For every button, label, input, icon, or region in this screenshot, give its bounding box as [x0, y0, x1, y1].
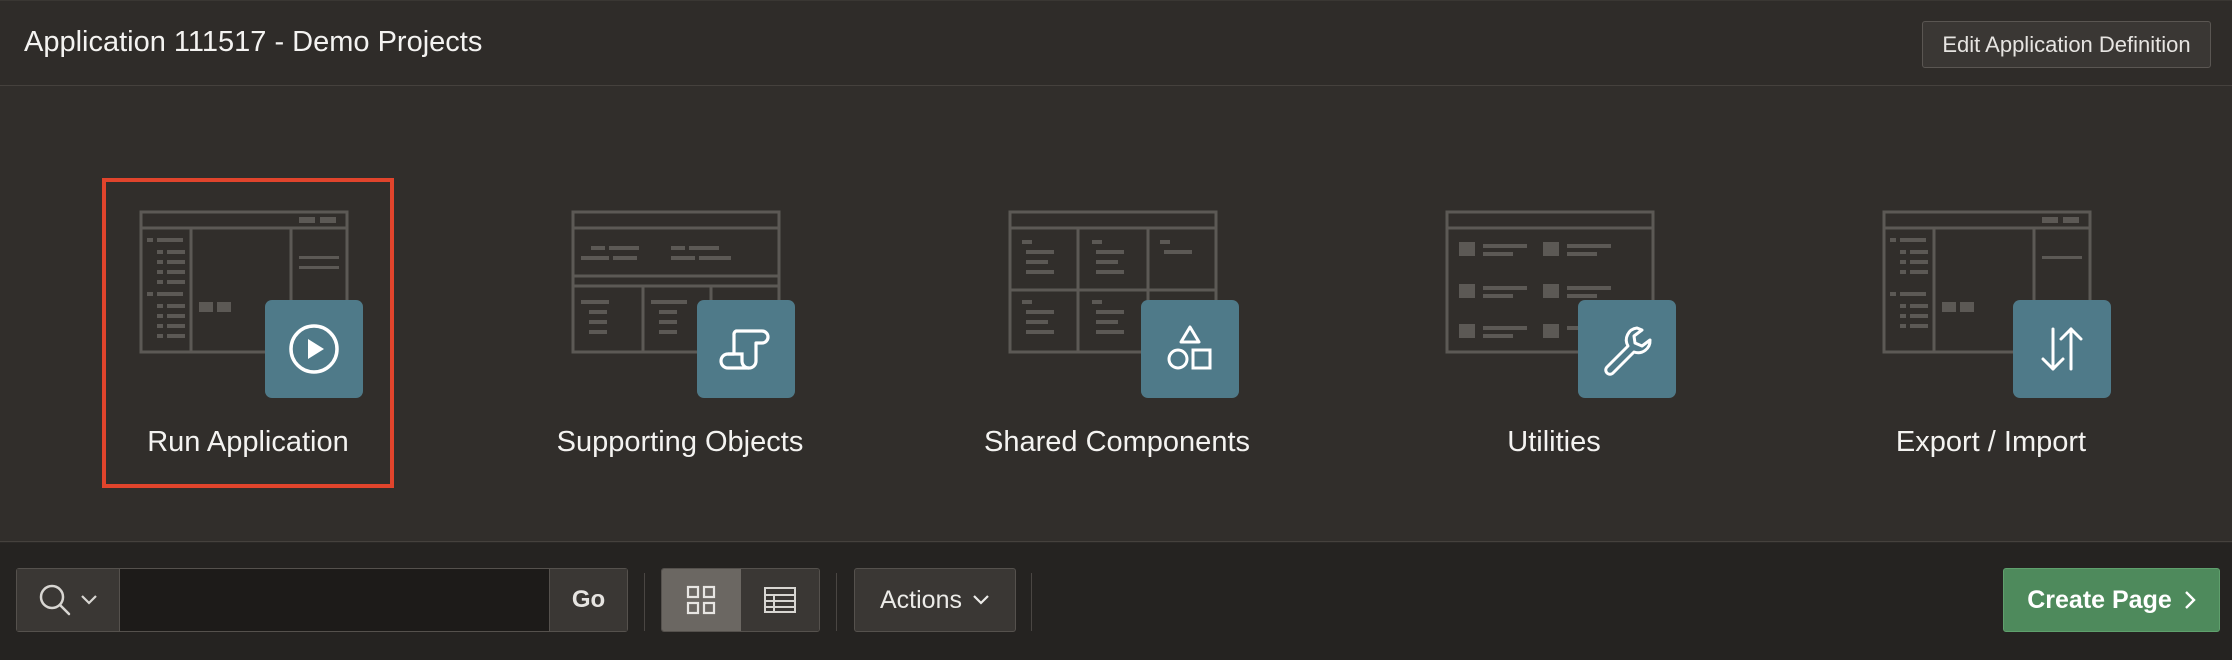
table-icon — [763, 587, 796, 613]
search-icon — [39, 584, 71, 616]
search-input[interactable] — [120, 569, 549, 631]
go-button[interactable]: Go — [549, 569, 627, 631]
icon-view-button[interactable] — [662, 569, 741, 631]
main-tiles-region: Run Application Supporting Objects Share… — [0, 86, 2232, 542]
grid-icon — [687, 585, 716, 615]
edit-application-definition-button[interactable]: Edit Application Definition — [1922, 21, 2211, 68]
tile-label: Utilities — [1507, 426, 1601, 458]
report-view-button[interactable] — [740, 569, 819, 631]
toolbar-divider — [644, 573, 645, 631]
app-header: Application 111517 - Demo Projects Edit … — [0, 0, 2232, 86]
tile-label: Shared Components — [984, 426, 1250, 458]
shapes-icon — [1141, 300, 1239, 398]
chevron-down-icon — [81, 595, 97, 605]
bottom-toolbar: Go Actions Create Page — [0, 543, 2232, 660]
chevron-down-icon — [973, 595, 989, 605]
tile-export-import[interactable]: Export / Import — [1845, 178, 2137, 488]
create-page-button[interactable]: Create Page — [2003, 568, 2220, 632]
wrench-icon — [1578, 300, 1676, 398]
play-icon — [265, 300, 363, 398]
search-options-dropdown[interactable] — [17, 569, 120, 631]
tile-label: Run Application — [147, 426, 349, 458]
actions-menu-button[interactable]: Actions — [854, 568, 1016, 632]
toolbar-divider — [1031, 573, 1032, 631]
create-page-label: Create Page — [2027, 585, 2172, 614]
actions-label: Actions — [880, 585, 962, 614]
tile-run-application[interactable]: Run Application — [102, 178, 394, 488]
tile-label: Export / Import — [1895, 426, 2087, 458]
search-bar: Go — [16, 568, 628, 632]
toolbar-divider — [836, 573, 837, 631]
tile-label: Supporting Objects — [556, 426, 804, 458]
chevron-right-icon — [2184, 591, 2196, 609]
tile-supporting-objects[interactable]: Supporting Objects — [534, 178, 826, 488]
tile-utilities[interactable]: Utilities — [1408, 178, 1700, 488]
view-mode-toggle — [661, 568, 820, 632]
arrows-up-down-icon — [2013, 300, 2111, 398]
scroll-icon — [697, 300, 795, 398]
page-title: Application 111517 - Demo Projects — [24, 26, 483, 58]
tile-shared-components[interactable]: Shared Components — [971, 178, 1263, 488]
